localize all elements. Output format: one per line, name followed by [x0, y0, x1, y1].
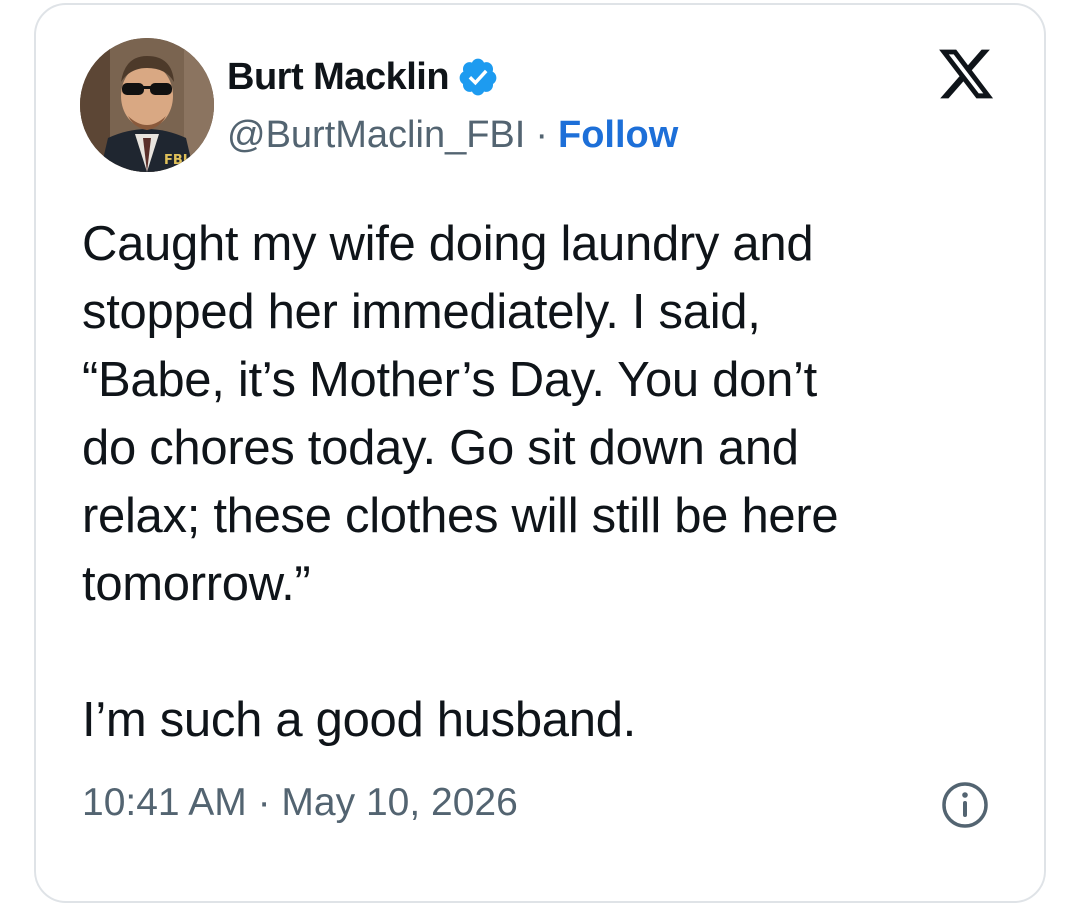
tweet-body: Caught my wife doing laundry and stopped… [82, 217, 839, 611]
x-logo-icon[interactable] [935, 44, 997, 104]
info-icon[interactable] [940, 780, 990, 830]
tweet-timestamp[interactable]: 10:41 AM · May 10, 2026 [82, 778, 518, 828]
tweet-closing-line: I’m such a good husband. [82, 693, 636, 747]
author-handle[interactable]: @BurtMaclin_FBI [227, 114, 525, 157]
follow-button[interactable]: Follow [558, 114, 678, 157]
verified-badge-icon [459, 58, 497, 96]
avatar[interactable]: FBI [80, 38, 214, 172]
author-handle-row: @BurtMaclin_FBI · Follow [227, 112, 678, 158]
author-name-row: Burt Macklin [227, 54, 499, 100]
separator-dot: · [535, 113, 548, 156]
display-name[interactable]: Burt Macklin [227, 56, 450, 99]
